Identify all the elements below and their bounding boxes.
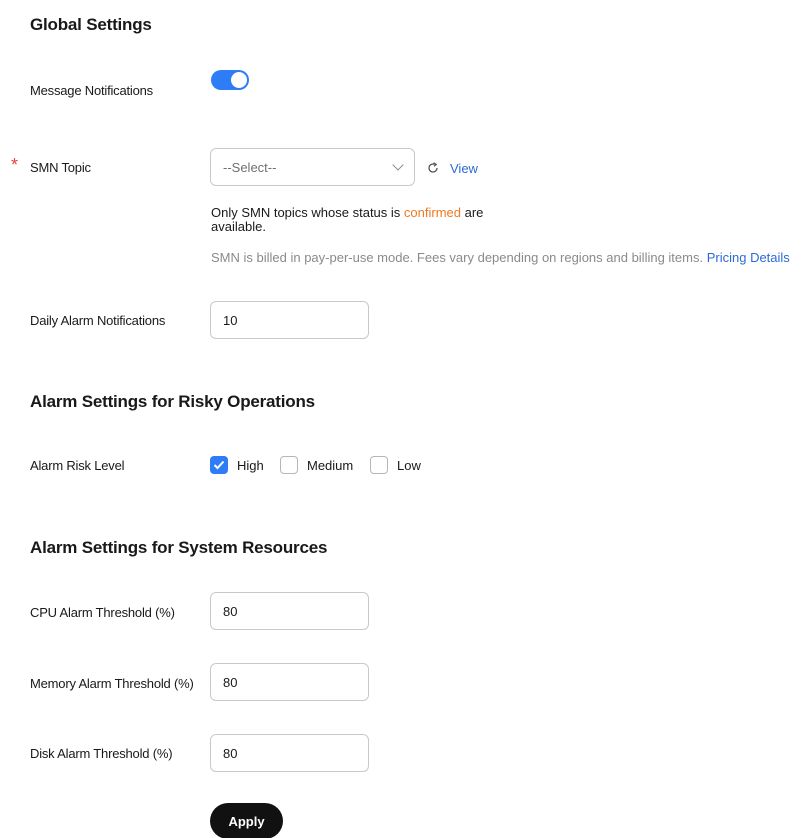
hint-line2: available.: [211, 219, 266, 234]
smn-topic-select-value: --Select--: [223, 159, 277, 175]
required-asterisk: *: [11, 155, 19, 175]
cpu-threshold-label: CPU Alarm Threshold (%): [30, 605, 175, 620]
smn-topic-select[interactable]: --Select--: [210, 148, 415, 186]
memory-threshold-label: Memory Alarm Threshold (%): [30, 676, 194, 691]
billing-text: SMN is billed in pay-per-use mode. Fees …: [211, 250, 704, 265]
daily-alarm-input[interactable]: 10: [210, 301, 369, 339]
risk-medium-checkbox[interactable]: Medium: [280, 456, 353, 474]
hint-suffix: are: [464, 205, 484, 220]
disk-threshold-input[interactable]: 80: [210, 734, 369, 772]
daily-alarm-label: Daily Alarm Notifications: [30, 313, 166, 328]
global-settings-title: Global Settings: [30, 15, 152, 34]
checkbox-empty-icon: [370, 456, 388, 474]
risk-high-checkbox[interactable]: High: [210, 456, 264, 474]
message-notifications-toggle[interactable]: [211, 70, 249, 90]
refresh-icon[interactable]: [427, 162, 439, 174]
toggle-knob: [231, 72, 247, 88]
hint-prefix: Only SMN topics whose status is: [211, 205, 401, 220]
system-resources-title: Alarm Settings for System Resources: [30, 538, 328, 557]
chevron-down-icon: [392, 159, 404, 171]
billing-note: SMN is billed in pay-per-use mode. Fees …: [211, 250, 790, 265]
risk-medium-label: Medium: [307, 457, 354, 473]
smn-topic-hint: Only SMN topics whose status is confirme…: [211, 206, 511, 234]
checkbox-empty-icon: [280, 456, 298, 474]
risk-high-label: High: [237, 457, 264, 473]
alarm-risk-level-label: Alarm Risk Level: [30, 458, 125, 473]
apply-button[interactable]: Apply: [210, 803, 283, 838]
checkbox-checked-icon: [210, 456, 228, 474]
view-link[interactable]: View: [450, 161, 478, 176]
cpu-threshold-input[interactable]: 80: [210, 592, 369, 630]
pricing-details-link[interactable]: Pricing Details: [707, 250, 790, 265]
risky-operations-title: Alarm Settings for Risky Operations: [30, 392, 315, 411]
hint-confirmed: confirmed: [403, 205, 461, 220]
disk-threshold-label: Disk Alarm Threshold (%): [30, 746, 173, 761]
risk-low-label: Low: [397, 457, 421, 473]
memory-threshold-input[interactable]: 80: [210, 663, 369, 701]
message-notifications-label: Message Notifications: [30, 83, 153, 98]
smn-topic-label: SMN Topic: [30, 160, 91, 175]
risk-low-checkbox[interactable]: Low: [370, 456, 421, 474]
